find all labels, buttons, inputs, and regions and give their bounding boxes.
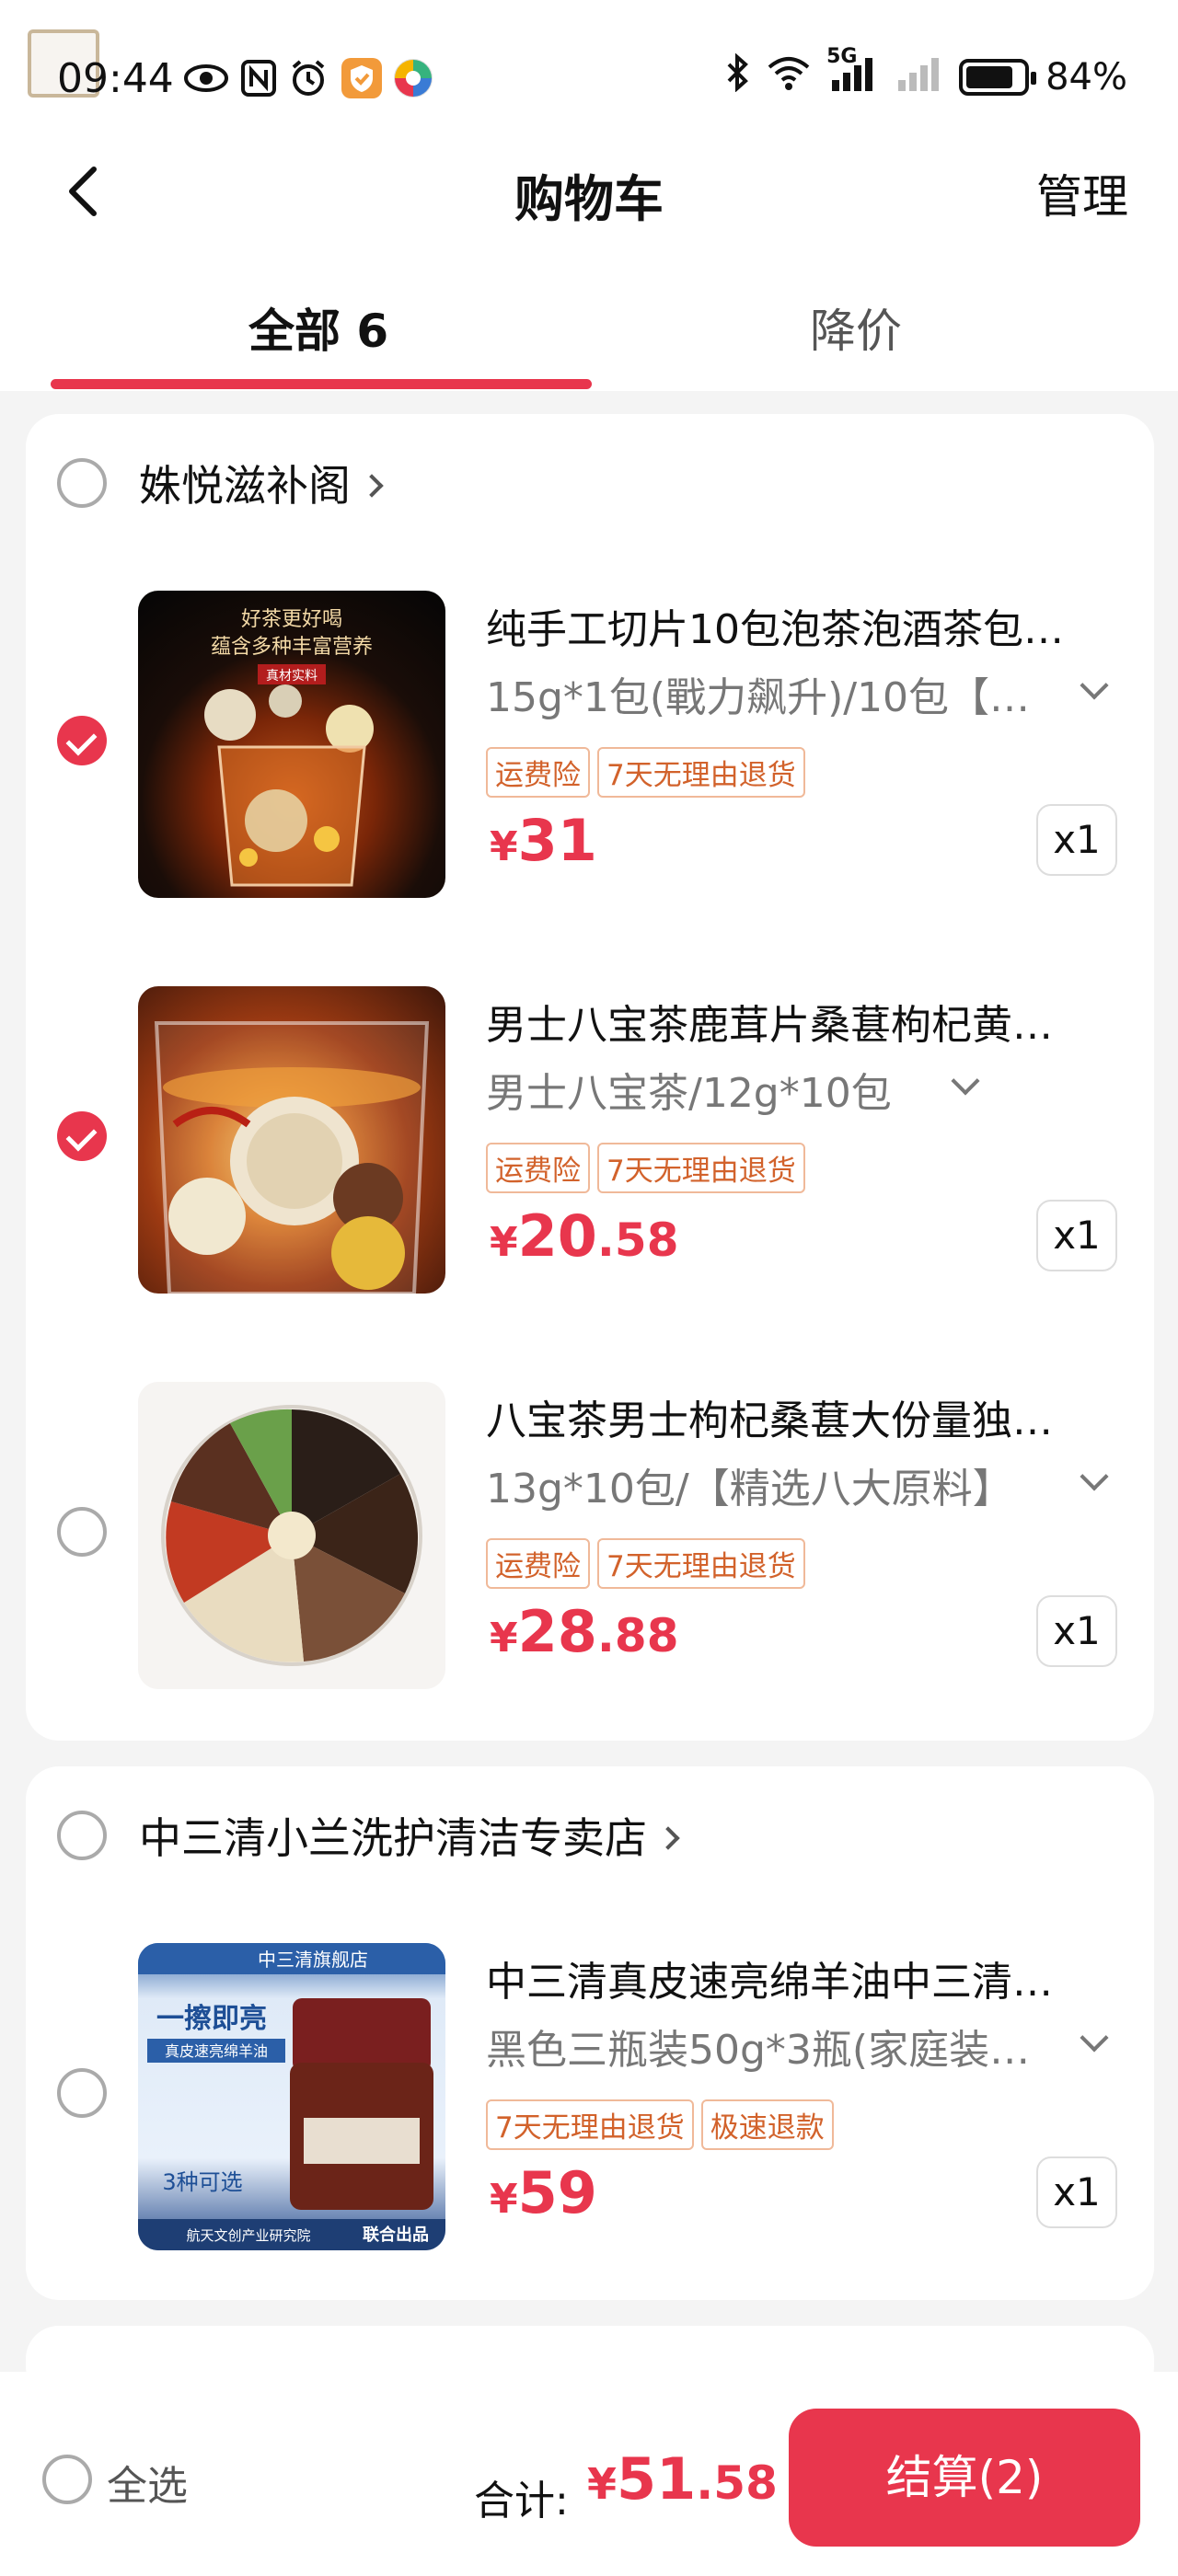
shop-name-link[interactable]: 中三清小兰洗护清洁专卖店 xyxy=(139,1805,680,1866)
image-caption: 真皮速亮绵羊油 xyxy=(165,2042,268,2060)
total-label: 合计: xyxy=(474,2478,569,2524)
total-price: ¥51.58 xyxy=(587,2445,778,2513)
service-tags: 运费险 7天无理由退货 xyxy=(486,1538,805,1589)
product-spec[interactable]: 黑色三瓶装50g*3瓶(家庭装… xyxy=(486,2017,1038,2076)
item-price: ¥59 xyxy=(490,2159,597,2226)
product-title[interactable]: 男士八宝茶鹿茸片桑葚枸杞黄… xyxy=(486,992,1130,1051)
service-tag: 运费险 xyxy=(486,1143,590,1193)
item-checkbox[interactable] xyxy=(57,716,107,765)
bluetooth-icon xyxy=(725,52,749,101)
chevron-down-icon[interactable] xyxy=(1080,2023,1109,2053)
wifi-icon xyxy=(766,54,812,100)
image-badge: 真材实料 xyxy=(266,669,318,684)
service-tag: 运费险 xyxy=(486,1538,590,1589)
item-price: ¥31 xyxy=(490,807,597,874)
chevron-down-icon[interactable] xyxy=(1080,671,1109,700)
status-right-group: 5G 84% xyxy=(725,45,1127,101)
shop-select-checkbox[interactable] xyxy=(57,1811,107,1860)
active-tab-indicator xyxy=(51,379,592,389)
product-image[interactable]: 好茶更好喝 蕴含多种丰富营养 真材实料 xyxy=(138,591,445,898)
product-image[interactable] xyxy=(138,1382,445,1689)
select-all-label[interactable]: 全选 xyxy=(107,2453,188,2512)
shop-card: 姝悦滋补阁 好茶更好喝 蕴含多种丰富营养 真材实料 纯手工切片10包泡茶泡酒茶包… xyxy=(26,414,1154,1741)
product-title[interactable]: 八宝茶男士枸杞桑葚大份量独… xyxy=(486,1387,1130,1446)
chevron-down-icon[interactable] xyxy=(951,1066,980,1096)
image-caption: 联合出品 xyxy=(363,2225,429,2245)
cart-item: 中三清旗舰店 一擦即亮 真皮速亮绵羊油 3种可选 航天文创产业研究院 联合出品 … xyxy=(26,1915,1154,2300)
cart-screen: 09:44 5G 84% 购物车 管理 全部 6 降价 姝悦滋补阁 好茶更好喝 … xyxy=(0,0,1178,2576)
shop-select-checkbox[interactable] xyxy=(57,458,107,508)
battery-fill xyxy=(966,66,1013,88)
page-title: 购物车 xyxy=(514,170,664,228)
service-tag: 7天无理由退货 xyxy=(597,747,805,798)
signal-icon: 5G xyxy=(826,45,880,100)
item-checkbox[interactable] xyxy=(57,2068,107,2118)
tab-all[interactable]: 全部 6 xyxy=(248,294,388,361)
shop-header: 姝悦滋补阁 xyxy=(26,414,1154,552)
chevron-right-icon xyxy=(360,473,384,498)
service-tag: 7天无理由退货 xyxy=(597,1538,805,1589)
service-tags: 运费险 7天无理由退货 xyxy=(486,1143,805,1193)
battery-percent: 84% xyxy=(1045,56,1127,98)
signal-weak-icon xyxy=(896,54,942,100)
alarm-icon xyxy=(287,57,329,99)
quantity-button[interactable]: x1 xyxy=(1036,1595,1117,1667)
image-caption: 中三清旗舰店 xyxy=(258,1949,368,1971)
shop-header: 中三清小兰洗护清洁专卖店 xyxy=(26,1766,1154,1904)
eye-icon xyxy=(180,57,232,99)
image-caption: 好茶更好喝 xyxy=(241,608,342,631)
shield-app-icon xyxy=(341,57,383,99)
quantity-button[interactable]: x1 xyxy=(1036,2156,1117,2228)
product-title[interactable]: 纯手工切片10包泡茶泡酒茶包… xyxy=(486,596,1130,655)
status-bar: 09:44 5G 84% xyxy=(0,0,1178,138)
select-all-checkbox[interactable] xyxy=(42,2455,92,2504)
cart-item: 好茶更好喝 蕴含多种丰富营养 真材实料 纯手工切片10包泡茶泡酒茶包… 15g*… xyxy=(26,563,1154,959)
checkout-bar: 全选 合计: ¥51.58 结算(2) xyxy=(0,2372,1178,2576)
service-tags: 运费险 7天无理由退货 xyxy=(486,747,805,798)
image-caption: 蕴含多种丰富营养 xyxy=(211,636,373,659)
item-checkbox[interactable] xyxy=(57,1507,107,1557)
item-price: ¥20.58 xyxy=(490,1202,679,1270)
quantity-button[interactable]: x1 xyxy=(1036,1200,1117,1271)
manage-button[interactable]: 管理 xyxy=(1036,160,1128,226)
product-spec[interactable]: 15g*1包(戰力飙升)/10包【… xyxy=(486,664,1038,723)
product-spec[interactable]: 男士八宝茶/12g*10包 xyxy=(486,1060,918,1119)
item-price: ¥28.88 xyxy=(490,1598,679,1665)
service-tag: 极速退款 xyxy=(700,2099,834,2150)
item-checkbox[interactable] xyxy=(57,1111,107,1161)
header-bar: 购物车 管理 xyxy=(0,138,1178,248)
shop-card: 中三清小兰洗护清洁专卖店 中三清旗舰店 一擦即亮 真皮速亮绵羊油 3种可选 航天… xyxy=(26,1766,1154,2300)
battery-icon xyxy=(959,59,1037,96)
service-tag: 7天无理由退货 xyxy=(486,2099,694,2150)
cart-tabs: 全部 6 降价 xyxy=(0,248,1178,391)
checkout-button[interactable]: 结算(2) xyxy=(789,2409,1140,2547)
service-tags: 7天无理由退货 极速退款 xyxy=(486,2099,834,2150)
nfc-icon xyxy=(237,57,280,99)
image-caption: 航天文创产业研究院 xyxy=(186,2227,310,2244)
tab-price-drop[interactable]: 降价 xyxy=(810,294,902,361)
service-tag: 运费险 xyxy=(486,747,590,798)
cart-item: 男士八宝茶鹿茸片桑葚枸杞黄… 男士八宝茶/12g*10包 运费险 7天无理由退货… xyxy=(26,959,1154,1354)
quantity-button[interactable]: x1 xyxy=(1036,804,1117,876)
service-tag: 7天无理由退货 xyxy=(597,1143,805,1193)
chevron-down-icon[interactable] xyxy=(1080,1462,1109,1491)
color-app-icon xyxy=(392,57,434,99)
cart-item: 八宝茶男士枸杞桑葚大份量独… 13g*10包/【精选八大原料】 运费险 7天无理… xyxy=(26,1354,1154,1741)
chevron-right-icon xyxy=(656,1825,680,1850)
status-time: 09:44 xyxy=(57,55,174,102)
product-title[interactable]: 中三清真皮速亮绵羊油中三清… xyxy=(486,1949,1130,2007)
product-image[interactable] xyxy=(138,986,445,1294)
image-caption: 3种可选 xyxy=(162,2169,242,2195)
product-spec[interactable]: 13g*10包/【精选八大原料】 xyxy=(486,1455,1038,1514)
shop-name-link[interactable]: 姝悦滋补阁 xyxy=(139,453,384,513)
product-image[interactable]: 中三清旗舰店 一擦即亮 真皮速亮绵羊油 3种可选 航天文创产业研究院 联合出品 xyxy=(138,1943,445,2250)
image-caption: 一擦即亮 xyxy=(156,2003,267,2035)
